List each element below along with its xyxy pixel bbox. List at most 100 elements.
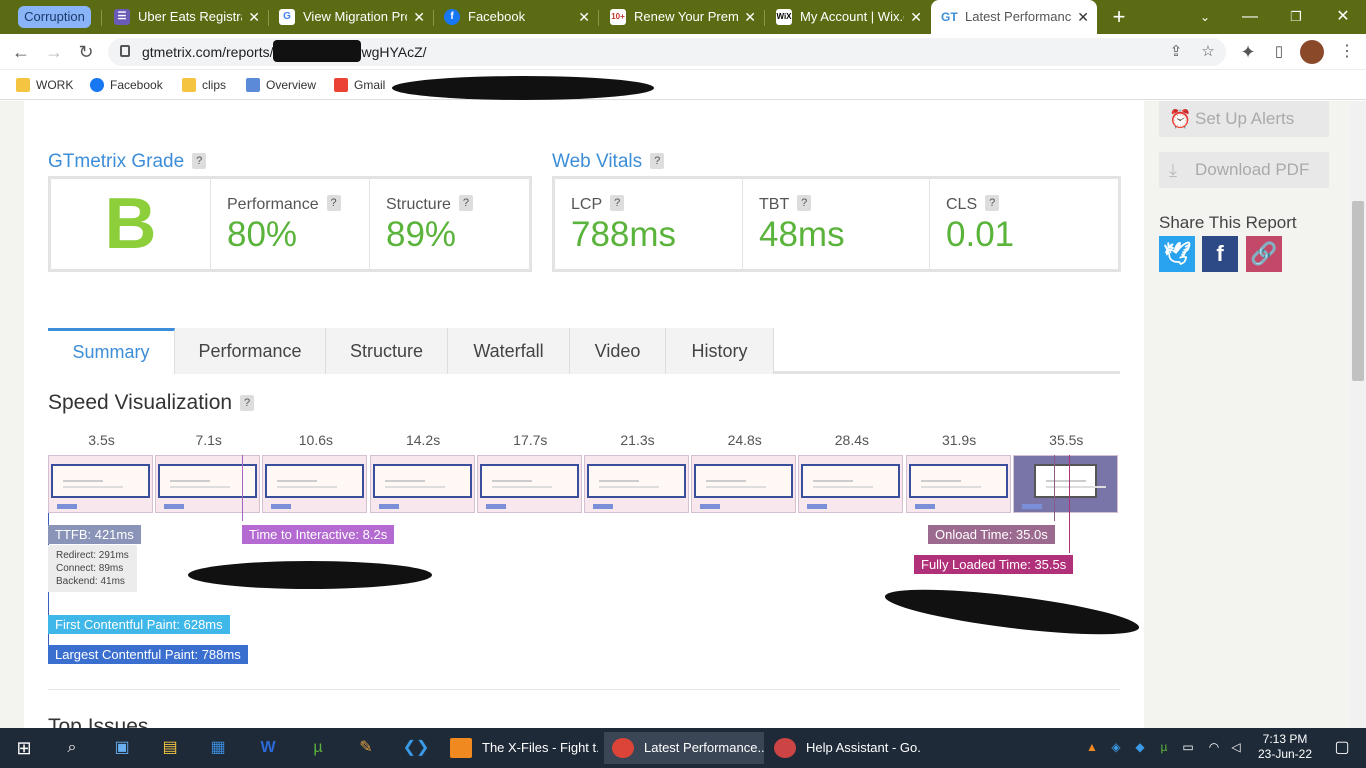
frame-line <box>599 486 659 488</box>
web-vitals-title: Web Vitals? <box>552 151 665 173</box>
folder-icon <box>16 78 30 92</box>
avatar[interactable] <box>1300 40 1324 64</box>
frame-line <box>63 480 103 482</box>
filmstrip-frame[interactable] <box>48 455 153 513</box>
close-icon[interactable]: ✕ <box>1077 0 1089 34</box>
page-scrollbar[interactable] <box>1350 101 1366 728</box>
bookmark-facebook[interactable]: Facebook <box>90 77 163 93</box>
frame-button <box>57 504 77 509</box>
pc-icon[interactable]: ▣ <box>102 732 142 764</box>
window-close-icon[interactable]: ✕ <box>1328 0 1358 34</box>
bookmark-clips[interactable]: clips <box>182 77 226 93</box>
tab-renew-premium[interactable]: 10+ Renew Your Premiu ✕ <box>600 4 764 30</box>
tab-title: View Migration Pro <box>303 9 407 24</box>
word-icon[interactable]: W <box>248 732 288 764</box>
help-icon[interactable]: ? <box>458 195 473 211</box>
calculator-icon[interactable]: ▦ <box>198 732 238 764</box>
tab-wix-account[interactable]: WiX My Account | Wix.c ✕ <box>766 4 930 30</box>
extensions-icon[interactable]: ✦ <box>1235 40 1261 64</box>
tray-icon[interactable]: ◆ <box>1132 738 1148 756</box>
system-clock[interactable]: 7:13 PM 23-Jun-22 <box>1254 732 1316 762</box>
chevron-down-icon[interactable]: ⌄ <box>1190 0 1220 34</box>
help-icon[interactable]: ? <box>326 195 341 211</box>
search-icon[interactable]: ⌕ <box>52 732 92 764</box>
help-icon[interactable]: ? <box>797 195 812 211</box>
taskbar-vlc[interactable]: The X-Files - Fight t... <box>442 732 598 764</box>
taskbar-help-assistant[interactable]: Help Assistant - Go... <box>766 732 922 764</box>
tab-structure[interactable]: Structure <box>326 328 448 374</box>
bookmark-label: Facebook <box>110 78 163 92</box>
tab-view-migration[interactable]: G View Migration Pro ✕ <box>269 4 433 30</box>
battery-icon[interactable]: ▭ <box>1180 738 1196 756</box>
star-icon[interactable]: ☆ <box>1196 40 1220 64</box>
reload-icon[interactable]: ↻ <box>73 40 99 64</box>
tab-uber-eats[interactable]: ☰ Uber Eats Registrat ✕ <box>104 4 268 30</box>
filmstrip-frame[interactable] <box>1012 455 1118 513</box>
share-title: Share This Report <box>1159 213 1297 232</box>
utorrent-icon[interactable]: µ <box>298 732 338 764</box>
bookmark-work[interactable]: WORK <box>16 77 73 93</box>
restore-icon[interactable]: ❐ <box>1281 0 1311 34</box>
close-icon[interactable]: ✕ <box>413 4 425 30</box>
forward-icon[interactable]: → <box>41 40 67 64</box>
timeline-tick: 7.1s <box>195 432 222 448</box>
tab-video[interactable]: Video <box>570 328 666 374</box>
tray-icon[interactable]: ◈ <box>1108 738 1124 756</box>
vscode-icon[interactable]: ❮❯ <box>396 732 436 764</box>
filmstrip-frame[interactable] <box>584 455 689 513</box>
filmstrip-frame[interactable] <box>691 455 797 513</box>
facebook-share-icon[interactable]: f <box>1202 236 1238 272</box>
tab-performance[interactable]: Performance <box>175 328 326 374</box>
set-up-alerts-button[interactable]: ⏰ Set Up Alerts <box>1159 101 1329 137</box>
tab-facebook[interactable]: f Facebook ✕ <box>434 4 598 30</box>
address-bar[interactable]: gtmetrix.com/reports/wgHYAcZ/ ⇪ ☆ <box>108 38 1226 66</box>
link-icon[interactable]: 🔗 <box>1246 236 1282 272</box>
filmstrip-frame[interactable] <box>262 455 368 513</box>
frame-button <box>164 504 185 509</box>
help-icon[interactable]: ? <box>985 195 1000 211</box>
tab-history[interactable]: History <box>666 328 774 374</box>
scrollbar-thumb[interactable] <box>1352 201 1364 381</box>
tab-waterfall[interactable]: Waterfall <box>448 328 570 374</box>
share-icon[interactable]: ⇪ <box>1164 40 1188 64</box>
tab-title: Renew Your Premiu <box>634 9 738 24</box>
filmstrip-frame[interactable] <box>798 455 904 513</box>
bookmark-gmail[interactable]: Gmail <box>334 77 385 93</box>
filmstrip-frame[interactable] <box>369 455 475 513</box>
volume-icon[interactable]: ◁ <box>1228 738 1244 756</box>
paint-icon[interactable]: ✎ <box>346 732 386 764</box>
tab-latest-performance[interactable]: GT Latest Performance ✕ <box>931 0 1097 34</box>
tab-summary[interactable]: Summary <box>48 328 175 374</box>
help-icon[interactable]: ? <box>650 153 665 169</box>
minimize-icon[interactable]: — <box>1235 0 1265 34</box>
help-icon[interactable]: ? <box>240 395 255 411</box>
file-explorer-icon[interactable]: ▤ <box>150 732 190 764</box>
vlc-tray-icon[interactable]: ▲ <box>1084 738 1100 756</box>
onload-marker-line <box>1054 455 1055 521</box>
download-pdf-button[interactable]: ⤓ Download PDF <box>1159 152 1329 188</box>
help-icon[interactable]: ? <box>192 153 207 169</box>
bookmark-overview[interactable]: Overview <box>246 77 316 93</box>
filmstrip-frame[interactable] <box>905 455 1011 513</box>
windows-start-icon[interactable]: ⊞ <box>4 732 44 764</box>
pdf-icon: ⤓ <box>1169 160 1177 180</box>
back-icon[interactable]: ← <box>8 40 34 64</box>
close-icon[interactable]: ✕ <box>910 4 922 30</box>
utorrent-tray-icon[interactable]: µ <box>1156 738 1172 756</box>
taskbar-label: The X-Files - Fight t... <box>482 740 598 755</box>
close-icon[interactable]: ✕ <box>744 4 756 30</box>
filmstrip-frame[interactable] <box>476 455 582 513</box>
filmstrip-frame[interactable] <box>155 455 261 513</box>
notifications-icon[interactable]: ▢ <box>1322 732 1362 764</box>
twitter-icon[interactable]: 🕊 <box>1159 236 1195 272</box>
wifi-icon[interactable]: ◠ <box>1206 738 1222 756</box>
gtmetrix-grade-title: GTmetrix Grade? <box>48 151 207 173</box>
tab-group-corruption[interactable]: Corruption <box>18 6 91 28</box>
menu-icon[interactable]: ⋮ <box>1334 40 1360 64</box>
close-icon[interactable]: ✕ <box>578 4 590 30</box>
help-icon[interactable]: ? <box>610 195 625 211</box>
close-icon[interactable]: ✕ <box>248 4 260 30</box>
new-tab-icon[interactable]: + <box>1104 0 1134 34</box>
taskbar-chrome[interactable]: Latest Performance... <box>604 732 764 764</box>
side-panel-icon[interactable]: ▯ <box>1266 40 1292 64</box>
